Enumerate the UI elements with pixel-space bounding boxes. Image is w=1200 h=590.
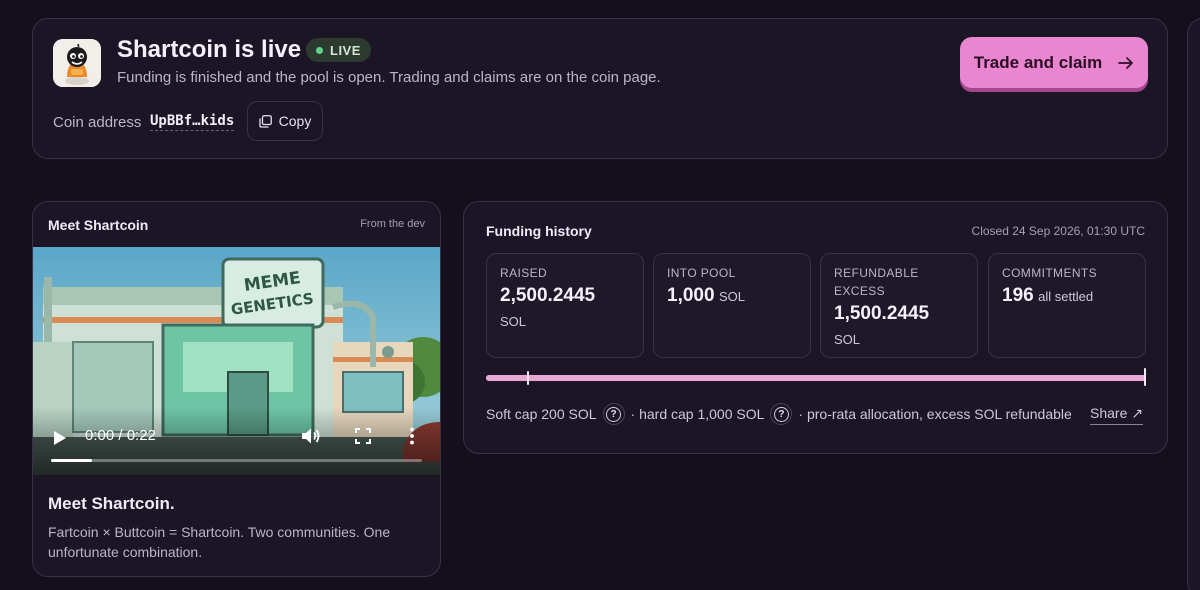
- stat-value: 1,500.2445: [834, 303, 930, 324]
- coin-status-card: Shartcoin is live LIVE Funding is finish…: [32, 18, 1168, 159]
- stat-commitments: COMMITMENTS 196 all settled: [988, 253, 1146, 358]
- stat-value: 1,000: [667, 285, 715, 306]
- hard-cap-text: · hard cap 1,000 SOL: [630, 406, 765, 422]
- copy-icon: [259, 114, 272, 128]
- hard-cap-marker: [1144, 368, 1146, 386]
- funding-progress-fill: [486, 375, 1146, 381]
- offscreen-panel-edge: [1187, 18, 1200, 590]
- play-icon[interactable]: [53, 430, 67, 446]
- video-heading: Meet Shartcoin.: [48, 494, 175, 513]
- trade-label: Trade and claim: [973, 52, 1103, 72]
- stat-value: 196: [1002, 285, 1034, 306]
- live-status-badge: LIVE: [306, 38, 371, 62]
- funding-history-title: Funding history: [486, 223, 592, 239]
- stat-value-row: 196 all settled: [1002, 285, 1132, 307]
- video-progress-fill: [51, 459, 92, 462]
- dev-video-card: Meet Shartcoin From the dev MEME GENETIC…: [32, 201, 441, 577]
- stat-label: REFUNDABLE EXCESS: [834, 266, 919, 298]
- page-title: Shartcoin is live: [117, 36, 302, 63]
- soft-cap-marker: [527, 371, 530, 385]
- funding-history-card: Funding history Closed 24 Sep 2026, 01:3…: [463, 201, 1168, 454]
- status-subtitle: Funding is finished and the pool is open…: [117, 69, 661, 86]
- hard-cap-help-icon[interactable]: ?: [770, 403, 793, 425]
- stat-unit: all settled: [1038, 289, 1094, 304]
- video-card-source: From the dev: [360, 218, 425, 230]
- live-label: LIVE: [330, 42, 361, 58]
- coin-logo: [53, 39, 101, 87]
- funding-progress-bar: [486, 368, 1146, 386]
- stat-raised: RAISED 2,500.2445 SOL: [486, 253, 644, 358]
- fullscreen-icon[interactable]: [355, 428, 371, 444]
- more-options-icon[interactable]: [410, 427, 414, 445]
- video-card-title: Meet Shartcoin: [48, 217, 149, 233]
- video-controls: 0:00 / 0:22: [33, 407, 440, 475]
- copy-label: Copy: [278, 113, 312, 129]
- stat-unit: SOL: [500, 314, 527, 329]
- trade-and-claim-button[interactable]: Trade and claim: [960, 37, 1148, 88]
- video-description: Fartcoin × Buttcoin = Shartcoin. Two com…: [48, 524, 391, 560]
- stat-unit: SOL: [834, 332, 861, 347]
- stat-unit: SOL: [719, 289, 746, 304]
- stat-label: RAISED: [500, 266, 548, 280]
- stat-value: 2,500.2445: [500, 285, 596, 306]
- soft-cap-text: Soft cap 200 SOL: [486, 406, 597, 422]
- stat-label: INTO POOL: [667, 266, 736, 280]
- video-time: 0:00 / 0:22: [85, 427, 156, 444]
- stat-label: COMMITMENTS: [1002, 266, 1098, 280]
- stat-value-row: 1,000 SOL: [667, 285, 797, 307]
- coin-address-value[interactable]: UpBBf…kids: [150, 113, 235, 131]
- cap-info-row: Soft cap 200 SOL ? · hard cap 1,000 SOL …: [486, 402, 1072, 426]
- share-link[interactable]: Share ↗: [1090, 405, 1143, 425]
- funding-closed-timestamp: Closed 24 Sep 2026, 01:30 UTC: [971, 224, 1145, 238]
- soft-cap-help-icon[interactable]: ?: [602, 403, 625, 425]
- allocation-text: · pro-rata allocation, excess SOL refund…: [798, 406, 1072, 422]
- stat-into-pool: INTO POOL 1,000 SOL: [653, 253, 811, 358]
- volume-icon[interactable]: [301, 427, 321, 445]
- live-dot-icon: [316, 46, 323, 54]
- stat-refundable-excess: REFUNDABLE EXCESS 1,500.2445 SOL: [820, 253, 978, 358]
- video-player[interactable]: MEME GENETICS 0:00 / 0:22: [33, 247, 440, 475]
- coin-address-label: Coin address: [53, 114, 142, 131]
- copy-address-button[interactable]: Copy: [247, 101, 323, 141]
- video-progress-bar[interactable]: [51, 459, 422, 462]
- arrow-right-icon: [1118, 56, 1134, 69]
